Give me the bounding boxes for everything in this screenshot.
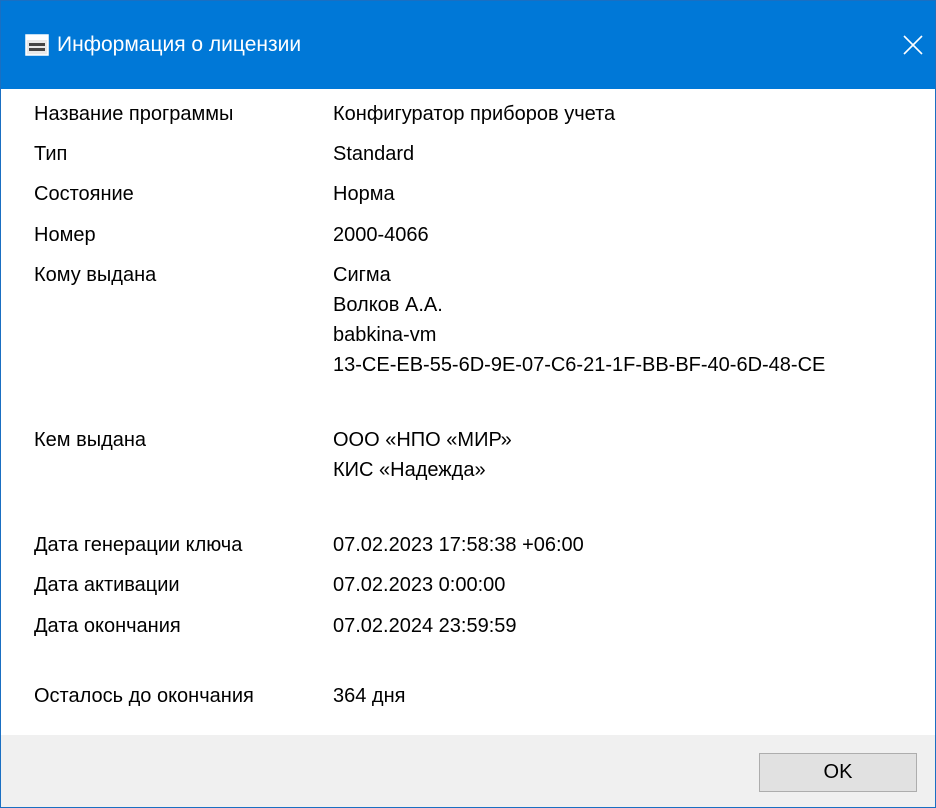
issued-to-line: babkina-vm bbox=[333, 324, 437, 346]
window-app-icon bbox=[25, 34, 49, 56]
issued-by-line: ООО «НПО «МИР» bbox=[333, 429, 512, 451]
type-value: Standard bbox=[333, 143, 415, 165]
license-details: Название программы Конфигуратор приборов… bbox=[1, 89, 935, 735]
activated-label: Дата активации bbox=[34, 574, 180, 596]
expires-label: Дата окончания bbox=[34, 615, 181, 637]
number-label: Номер bbox=[34, 224, 96, 246]
activated-value: 07.02.2023 0:00:00 bbox=[333, 574, 506, 596]
key-generated-value: 07.02.2023 17:58:38 +06:00 bbox=[333, 534, 584, 556]
dialog-footer: OK bbox=[1, 735, 935, 807]
license-info-dialog: Информация о лицензии Название программы… bbox=[0, 0, 936, 808]
type-label: Тип bbox=[34, 143, 68, 165]
ok-button[interactable]: OK bbox=[759, 753, 917, 792]
title-bar[interactable]: Информация о лицензии bbox=[1, 1, 935, 89]
issued-by-label: Кем выдана bbox=[34, 429, 147, 451]
key-generated-label: Дата генерации ключа bbox=[34, 534, 243, 556]
program-name-label: Название программы bbox=[34, 103, 234, 125]
status-label: Состояние bbox=[34, 183, 134, 205]
issued-to-label: Кому выдана bbox=[34, 264, 157, 286]
number-value: 2000-4066 bbox=[333, 224, 429, 246]
expires-value: 07.02.2024 23:59:59 bbox=[333, 615, 517, 637]
issued-to-line: Волков А.А. bbox=[333, 294, 443, 316]
issued-by-value: ООО «НПО «МИР» КИС «Надежда» bbox=[333, 425, 512, 485]
close-button[interactable] bbox=[889, 23, 935, 67]
window-title: Информация о лицензии bbox=[57, 33, 302, 56]
remaining-label: Осталось до окончания bbox=[34, 685, 254, 707]
status-value: Норма bbox=[333, 183, 395, 205]
issued-to-line: Сигма bbox=[333, 264, 391, 286]
remaining-value: 364 дня bbox=[333, 685, 406, 707]
issued-to-value: Сигма Волков А.А. babkina-vm 13-CE-EB-55… bbox=[333, 260, 825, 380]
program-name-value: Конфигуратор приборов учета bbox=[333, 103, 616, 125]
issued-to-line: 13-CE-EB-55-6D-9E-07-C6-21-1F-BB-BF-40-6… bbox=[333, 354, 826, 376]
issued-by-line: КИС «Надежда» bbox=[333, 459, 486, 481]
